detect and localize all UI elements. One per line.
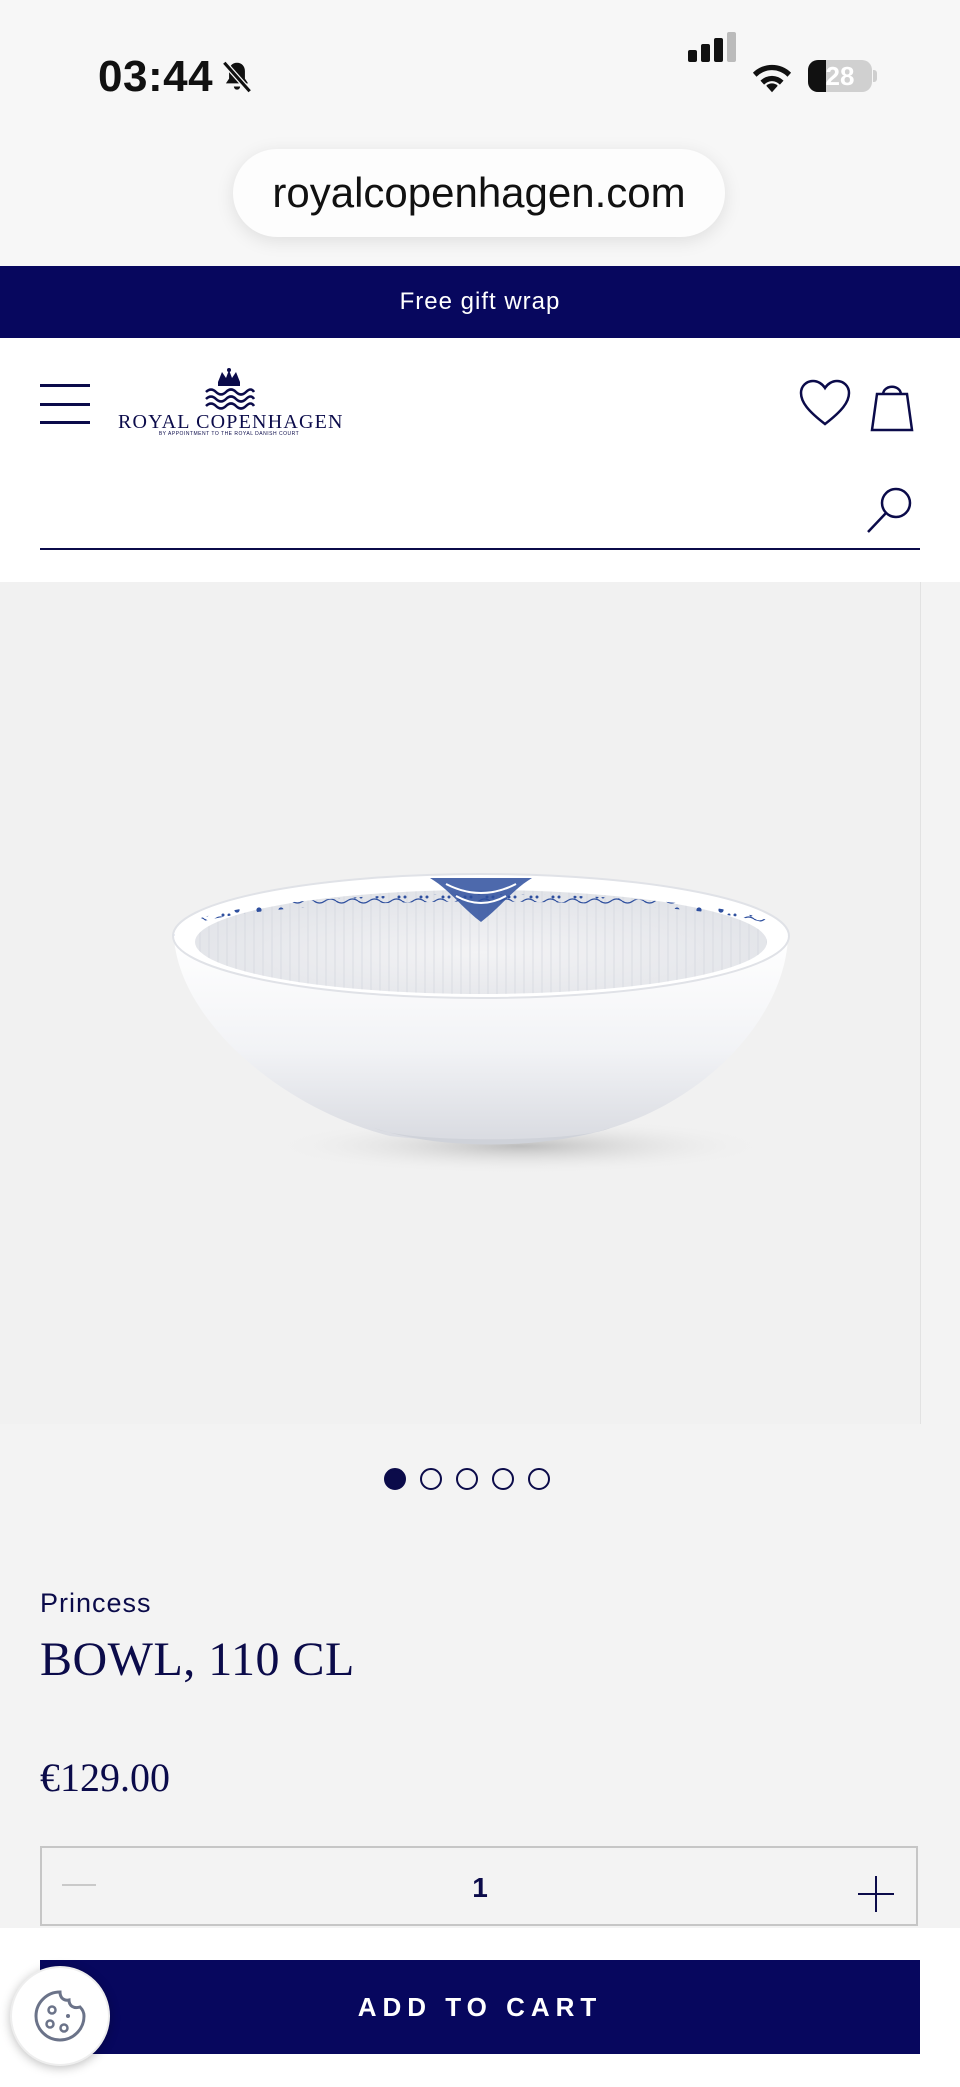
crown-icon <box>205 368 256 410</box>
carousel-dot[interactable] <box>456 1468 478 1490</box>
carousel-dots <box>384 1468 550 1494</box>
battery-level: 28 <box>825 61 855 91</box>
bell-slash-icon <box>222 60 252 94</box>
carousel-dot[interactable] <box>384 1468 406 1490</box>
product-price: €129.00 <box>40 1755 170 1800</box>
bag-icon[interactable] <box>868 378 916 432</box>
product-collection[interactable]: Princess <box>40 1588 152 1619</box>
bowl-image[interactable] <box>160 850 800 1190</box>
search-icon[interactable] <box>862 482 918 538</box>
status-time: 03:44 <box>98 52 214 101</box>
decrease-quantity-button[interactable] <box>62 1860 102 1910</box>
logo-subtext: BY APPOINTMENT TO THE ROYAL DANISH COURT <box>158 431 300 437</box>
carousel-dot[interactable] <box>492 1468 514 1490</box>
search-input[interactable] <box>40 470 920 550</box>
promo-banner[interactable]: Free gift wrap <box>0 266 960 338</box>
product-title: BOWL, 110 CL <box>40 1633 355 1686</box>
cookie-icon <box>34 1990 86 2042</box>
increase-quantity-button[interactable] <box>858 1876 894 1912</box>
quantity-value[interactable]: 1 <box>420 1872 540 1904</box>
heart-icon[interactable] <box>798 378 852 428</box>
brand-logo[interactable]: ROYAL COPENHAGEN BY APPOINTMENT TO THE R… <box>118 368 342 438</box>
cookie-settings-button[interactable] <box>10 1966 110 2066</box>
add-to-cart-button[interactable]: ADD TO CART <box>40 1960 920 2054</box>
battery-cap <box>873 70 877 82</box>
address-bar[interactable]: royalcopenhagen.com <box>233 149 725 237</box>
carousel-dot[interactable] <box>420 1468 442 1490</box>
carousel-dot[interactable] <box>528 1468 550 1490</box>
menu-icon[interactable] <box>40 384 90 424</box>
wifi-icon <box>752 64 792 93</box>
battery-icon: 28 <box>808 60 872 92</box>
